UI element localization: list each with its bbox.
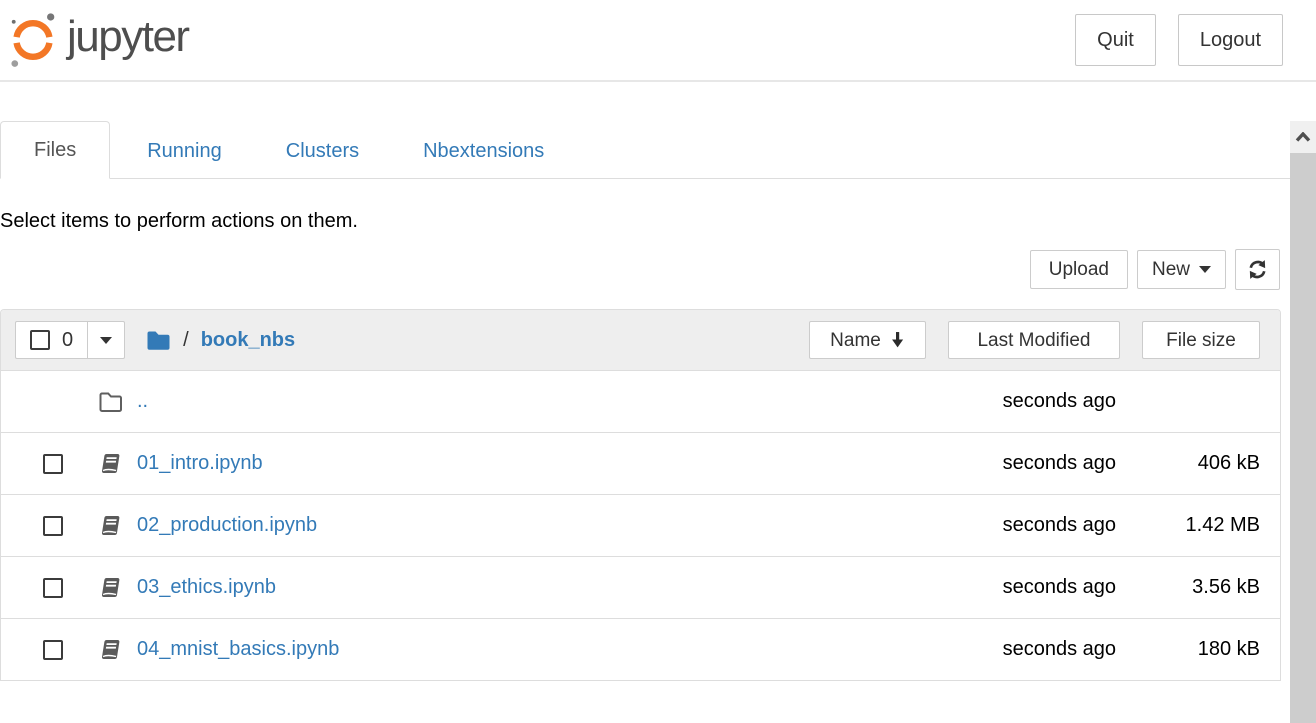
folder-icon[interactable] [146,330,171,351]
file-size-value: 180 kB [1116,638,1260,661]
select-items-notice: Select items to perform actions on them. [0,210,1290,233]
action-toolbar: Upload New [0,249,1280,290]
main-content: Files Running Clusters Nbextensions Sele… [0,121,1290,681]
notebook-icon [98,514,124,538]
row-checkbox[interactable] [43,516,63,536]
scrollbar-thumb[interactable] [1290,153,1316,723]
sort-name-label: Name [830,330,881,351]
scroll-up-button[interactable] [1290,121,1316,153]
file-link[interactable]: 01_intro.ipynb [137,452,263,475]
file-list-header: 0 / book_nbs [1,310,1280,370]
logout-button[interactable]: Logout [1178,14,1283,66]
row-checkbox[interactable] [43,578,63,598]
tab-files[interactable]: Files [0,121,110,179]
last-modified-value: seconds ago [916,638,1116,661]
upload-button[interactable]: Upload [1030,250,1128,289]
breadcrumb: / book_nbs [146,329,295,352]
notebook-icon [98,638,124,662]
file-link[interactable]: 04_mnist_basics.ipynb [137,638,339,661]
tab-clusters[interactable]: Clusters [259,123,386,179]
chevron-down-icon [100,337,112,344]
chevron-down-icon [1199,266,1211,273]
last-modified-value: seconds ago [916,576,1116,599]
new-dropdown-label: New [1152,259,1190,280]
chevron-up-icon [1295,132,1311,142]
site-area: Files Running Clusters Nbextensions Sele… [0,121,1316,723]
jupyter-logo-icon [8,10,58,70]
notebook-icon [98,576,124,600]
refresh-button[interactable] [1235,249,1280,290]
session-buttons: Quit Logout [1075,14,1283,66]
file-row: 01_intro.ipynb seconds ago 406 kB [1,432,1280,494]
notebook-icon [98,452,124,476]
file-link[interactable]: 02_production.ipynb [137,514,317,537]
breadcrumb-separator: / [183,329,189,352]
file-row: 04_mnist_basics.ipynb seconds ago 180 kB [1,618,1280,680]
breadcrumb-current-folder[interactable]: book_nbs [201,329,295,352]
file-list: 0 / book_nbs [0,309,1281,681]
sort-file-size-button[interactable]: File size [1142,321,1260,359]
select-all-checkbox[interactable] [30,330,50,350]
file-size-value: 406 kB [1116,452,1260,475]
file-size-value: 3.56 kB [1116,576,1260,599]
sort-last-modified-button[interactable]: Last Modified [948,321,1120,359]
row-checkbox[interactable] [43,640,63,660]
file-link[interactable]: 03_ethics.ipynb [137,576,276,599]
select-filter-dropdown-button[interactable] [87,321,125,359]
last-modified-value: seconds ago [916,390,1116,413]
file-row: 02_production.ipynb seconds ago 1.42 MB [1,494,1280,556]
tab-bar: Files Running Clusters Nbextensions [0,121,1290,179]
select-all-button[interactable]: 0 [15,321,88,359]
last-modified-value: seconds ago [916,514,1116,537]
new-dropdown-button[interactable]: New [1137,250,1226,289]
file-size-value: 1.42 MB [1116,514,1260,537]
parent-directory-link[interactable]: .. [137,390,148,413]
row-checkbox[interactable] [43,454,63,474]
last-modified-value: seconds ago [916,452,1116,475]
arrow-down-icon [890,331,905,349]
tab-running[interactable]: Running [120,123,249,179]
tab-nbextensions[interactable]: Nbextensions [396,123,571,179]
jupyter-file-browser: jupyter Quit Logout Files Running Cluste… [0,0,1316,723]
select-button-group: 0 [15,321,125,359]
folder-outline-icon [98,391,124,413]
quit-button[interactable]: Quit [1075,14,1156,66]
sort-name-button[interactable]: Name [809,321,926,359]
file-row: 03_ethics.ipynb seconds ago 3.56 kB [1,556,1280,618]
sort-buttons: Name Last Modified File size [809,321,1260,359]
jupyter-logo[interactable]: jupyter [8,10,189,70]
vertical-scrollbar[interactable] [1290,121,1316,723]
parent-directory-row: .. seconds ago [1,370,1280,432]
navbar: jupyter Quit Logout [0,0,1316,82]
refresh-icon [1246,258,1269,281]
jupyter-logo-text: jupyter [67,15,189,65]
selected-count: 0 [62,330,73,351]
